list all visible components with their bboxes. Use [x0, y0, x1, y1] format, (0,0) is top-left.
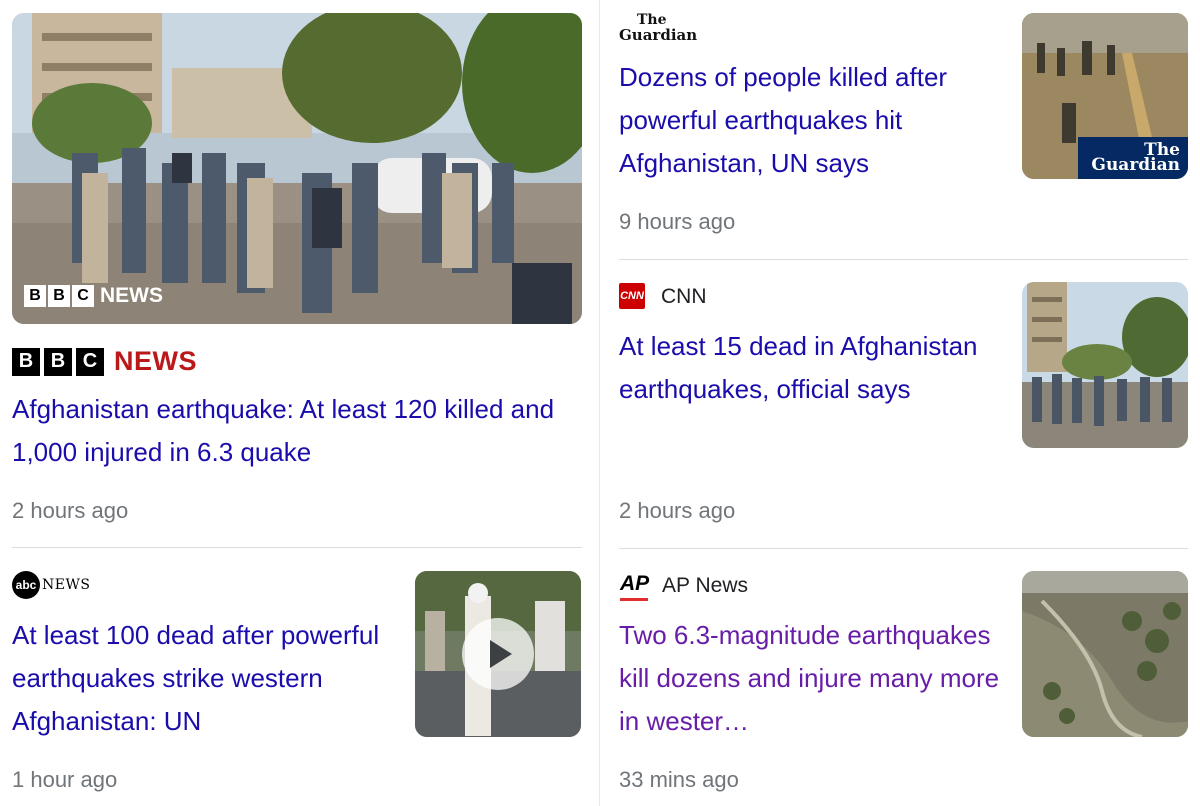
bbc-logo-letter: B: [12, 347, 40, 376]
story-timestamp: 2 hours ago: [619, 498, 736, 523]
story-timestamp: 1 hour ago: [12, 767, 118, 792]
story-video-thumbnail[interactable]: [415, 571, 581, 737]
play-icon: [490, 640, 512, 668]
bbc-logo-letter: B: [44, 347, 72, 376]
story-timestamp: 2 hours ago: [12, 498, 129, 523]
bbc-watermark-letter: B: [24, 285, 46, 307]
story-image[interactable]: The Guardian: [1022, 13, 1188, 179]
play-button[interactable]: [462, 618, 534, 690]
bbc-news-logo: B B C NEWS: [12, 346, 197, 377]
story-headline[interactable]: Afghanistan earthquake: At least 120 kil…: [12, 388, 587, 474]
column-divider: [599, 0, 600, 806]
story-divider: [619, 259, 1188, 260]
story-image[interactable]: [1022, 282, 1188, 448]
aerial-landscape-photo: [1022, 571, 1188, 737]
crowd-street-photo: [12, 13, 582, 324]
story-timestamp: 33 mins ago: [619, 767, 739, 792]
story-timestamp: 9 hours ago: [619, 209, 736, 234]
story-headline[interactable]: Dozens of people killed after powerful e…: [619, 56, 1004, 185]
bbc-watermark: B B C NEWS: [24, 284, 163, 308]
story-divider: [619, 548, 1188, 549]
bbc-watermark-word: NEWS: [100, 284, 163, 307]
story-divider: [12, 547, 582, 548]
ap-logo-icon: AP: [620, 572, 650, 595]
story-image[interactable]: B B C NEWS: [12, 13, 582, 324]
abc-logo-word: NEWS: [42, 577, 91, 593]
story-headline[interactable]: At least 15 dead in Afghanistan earthqua…: [619, 325, 1004, 411]
story-headline[interactable]: Two 6.3-magnitude earthquakes kill dozen…: [619, 614, 1004, 743]
story-image[interactable]: [1022, 571, 1188, 737]
abc-logo-circle: abc: [12, 571, 40, 599]
guardian-logo: The Guardian: [619, 13, 697, 43]
crowd-street-photo: [1022, 282, 1188, 448]
bbc-logo-letter: C: [76, 347, 104, 376]
cnn-logo-icon: CNN: [619, 283, 645, 309]
bbc-watermark-letter: B: [48, 285, 70, 307]
source-name: CNN: [661, 285, 707, 308]
story-headline[interactable]: At least 100 dead after powerful earthqu…: [12, 614, 392, 743]
ap-logo-underline: [620, 598, 648, 601]
guardian-logo-word: Guardian: [619, 26, 698, 44]
bbc-logo-word: NEWS: [114, 346, 197, 376]
bbc-watermark-letter: C: [72, 285, 94, 307]
source-name: AP News: [662, 574, 748, 597]
guardian-watermark-word: Guardian: [1091, 155, 1180, 175]
guardian-watermark: The Guardian: [1078, 137, 1188, 179]
abc-news-logo: abc NEWS: [12, 571, 90, 599]
